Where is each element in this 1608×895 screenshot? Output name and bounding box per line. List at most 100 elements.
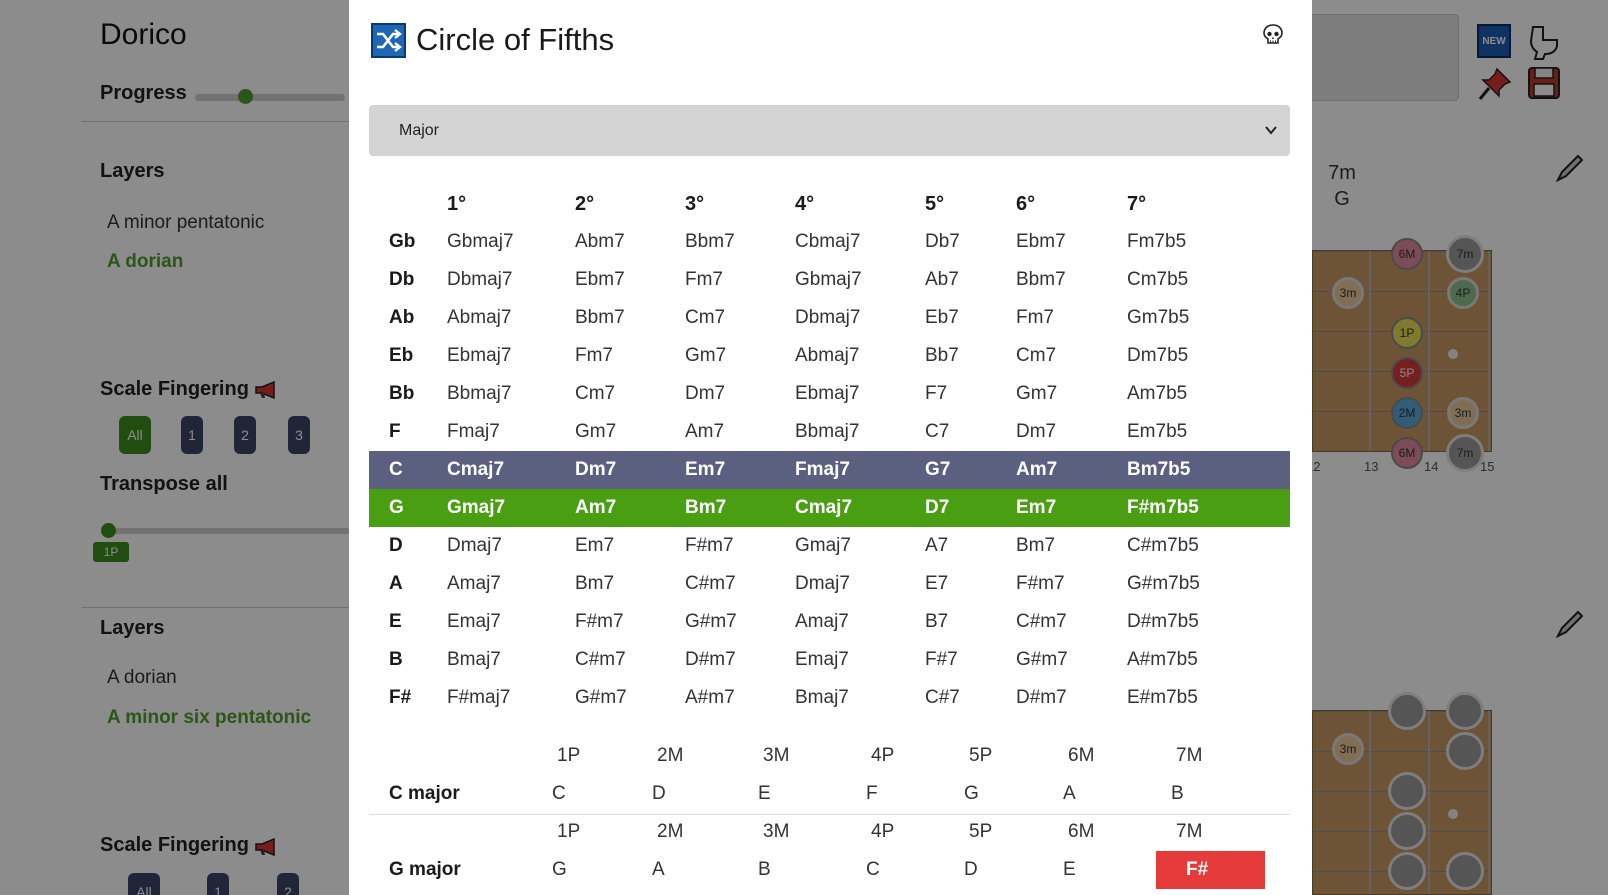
chord-cell: Cbmaj7	[795, 231, 861, 252]
scale-note: E	[1063, 859, 1076, 880]
chord-cell: Dmaj7	[447, 535, 502, 556]
chord-cell: Dm7	[685, 383, 726, 404]
chord-row[interactable]: E Emaj7 F#m7 G#m7 Amaj7 B7 C#m7 D#m7b5	[369, 603, 1290, 641]
chord-cell: F#maj7	[447, 687, 511, 708]
interval-row: 1P 2M 3M 4P 5P 6M 7M	[369, 813, 1290, 851]
chord-cell: G7	[925, 459, 951, 480]
row-root-key[interactable]: Eb	[369, 337, 447, 375]
chord-row[interactable]: G Gmaj7 Am7 Bm7 Cmaj7 D7 Em7 F#m7b5	[369, 489, 1290, 527]
degree-header: 1°	[447, 192, 467, 215]
degree-header-row: 1° 2° 3° 4° 5° 6° 7°	[369, 185, 1290, 223]
interval-label: 2M	[657, 821, 684, 842]
interval-label: 3M	[763, 821, 790, 842]
chord-cell: F#m7b5	[1127, 497, 1199, 518]
chord-cell: Em7b5	[1127, 421, 1188, 442]
row-root-key[interactable]: A	[369, 565, 447, 603]
scale-note: D	[652, 783, 666, 804]
interval-label: 1P	[557, 745, 581, 766]
scale-note: A	[1063, 783, 1076, 804]
chord-cell: Emaj7	[795, 649, 849, 670]
row-root-key[interactable]: C	[369, 451, 447, 489]
row-root-key[interactable]: G	[369, 489, 447, 527]
chord-row[interactable]: Ab Abmaj7 Bbm7 Cm7 Dbmaj7 Eb7 Fm7 Gm7b5	[369, 299, 1290, 337]
chord-row[interactable]: Db Dbmaj7 Ebm7 Fm7 Gbmaj7 Ab7 Bbm7 Cm7b5	[369, 261, 1290, 299]
chord-cell: Ab7	[925, 269, 959, 290]
chord-cell: Bbmaj7	[795, 421, 860, 442]
chord-cell: A#m7	[685, 687, 735, 708]
chord-row[interactable]: F Fmaj7 Gm7 Am7 Bbmaj7 C7 Dm7 Em7b5	[369, 413, 1290, 451]
degree-header: 3°	[685, 192, 705, 215]
chord-row[interactable]: Eb Ebmaj7 Fm7 Gm7 Abmaj7 Bb7 Cm7 Dm7b5	[369, 337, 1290, 375]
chord-table: 1° 2° 3° 4° 5° 6° 7° Gb Gbmaj7 Abm7 Bbm7 Cbm…	[369, 185, 1290, 717]
skull-icon[interactable]	[1260, 22, 1286, 48]
chord-cell: Fm7	[1016, 307, 1054, 328]
chord-cell: Bmaj7	[447, 649, 501, 670]
degree-header-blank	[369, 185, 447, 223]
chord-cell: Ebm7	[575, 269, 625, 290]
interval-label: 6M	[1068, 745, 1095, 766]
chord-cell: Fmaj7	[447, 421, 500, 442]
chord-row[interactable]: B Bmaj7 C#m7 D#m7 Emaj7 F#7 G#m7 A#m7b5	[369, 641, 1290, 679]
chord-row[interactable]: F# F#maj7 G#m7 A#m7 Bmaj7 C#7 D#m7 E#m7b5	[369, 679, 1290, 717]
chord-cell: C#m7	[1016, 611, 1067, 632]
chord-cell: Gm7	[685, 345, 727, 366]
modal-header: Circle of Fifths	[371, 22, 614, 58]
row-root-key[interactable]: D	[369, 527, 447, 565]
chord-cell: Emaj7	[447, 611, 501, 632]
scale-note: F	[866, 783, 878, 804]
chord-cell: Am7	[685, 421, 725, 442]
row-root-key[interactable]: E	[369, 603, 447, 641]
scale-note: D	[964, 859, 978, 880]
chord-cell: Fm7	[575, 345, 613, 366]
chord-cell: C#m7	[685, 573, 736, 594]
chord-cell: Bmaj7	[795, 687, 849, 708]
chord-cell: Bbm7	[1016, 269, 1066, 290]
scale-note-changed: F#	[1156, 851, 1265, 889]
chord-cell: Cm7	[575, 383, 616, 404]
scale-note: B	[758, 859, 771, 880]
chord-row[interactable]: C Cmaj7 Dm7 Em7 Fmaj7 G7 Am7 Bm7b5	[369, 451, 1290, 489]
interval-label: 1P	[557, 821, 581, 842]
chord-cell: Ebmaj7	[447, 345, 512, 366]
chord-row[interactable]: D Dmaj7 Em7 F#m7 Gmaj7 A7 Bm7 C#m7b5	[369, 527, 1290, 565]
row-root-key[interactable]: B	[369, 641, 447, 679]
chord-cell: Dmaj7	[795, 573, 850, 594]
scale-name: G major	[389, 859, 461, 880]
chord-row[interactable]: A Amaj7 Bm7 C#m7 Dmaj7 E7 F#m7 G#m7b5	[369, 565, 1290, 603]
scale-comparison: 1P 2M 3M 4P 5P 6M 7M C major C D E F G A B	[369, 737, 1290, 813]
row-root-key[interactable]: Bb	[369, 375, 447, 413]
interval-label: 5P	[969, 821, 993, 842]
chord-row[interactable]: Gb Gbmaj7 Abm7 Bbm7 Cbmaj7 Db7 Ebm7 Fm7b5	[369, 223, 1290, 261]
scale-note: A	[652, 859, 665, 880]
chord-cell: Em7	[685, 459, 726, 480]
scale-notes-row: G major G A B C D E F#	[369, 851, 1290, 889]
chord-cell: G#m7	[1016, 649, 1068, 670]
chord-cell: Amaj7	[795, 611, 849, 632]
chord-cell: Bm7b5	[1127, 459, 1191, 480]
scale-note: G	[964, 783, 979, 804]
chord-cell: Bm7	[575, 573, 615, 594]
interval-label: 3M	[763, 745, 790, 766]
scale-type-select[interactable]: Major	[369, 105, 1290, 156]
scale-note: C	[866, 859, 880, 880]
scale-name: C major	[389, 783, 460, 804]
chord-cell: Cm7b5	[1127, 269, 1189, 290]
interval-label: 5P	[969, 745, 993, 766]
chord-row[interactable]: Bb Bbmaj7 Cm7 Dm7 Ebmaj7 F7 Gm7 Am7b5	[369, 375, 1290, 413]
shuffle-icon[interactable]	[371, 22, 406, 58]
degree-header: 6°	[1016, 192, 1036, 215]
chord-cell: G#m7	[685, 611, 737, 632]
chord-cell: Gbmaj7	[447, 231, 514, 252]
chord-cell: D#m7	[1016, 687, 1067, 708]
row-root-key[interactable]: Gb	[369, 223, 447, 261]
chord-cell: Dm7	[1016, 421, 1057, 442]
row-root-key[interactable]: F	[369, 413, 447, 451]
row-root-key[interactable]: Ab	[369, 299, 447, 337]
interval-label: 2M	[657, 745, 684, 766]
chord-cell: F#m7	[685, 535, 734, 556]
row-root-key[interactable]: Db	[369, 261, 447, 299]
degree-header: 7°	[1127, 192, 1147, 215]
row-root-key[interactable]: F#	[369, 679, 447, 717]
scale-comparison: 1P 2M 3M 4P 5P 6M 7M G major G A B C D E F#	[369, 813, 1290, 889]
chord-cell: Cmaj7	[795, 497, 853, 518]
